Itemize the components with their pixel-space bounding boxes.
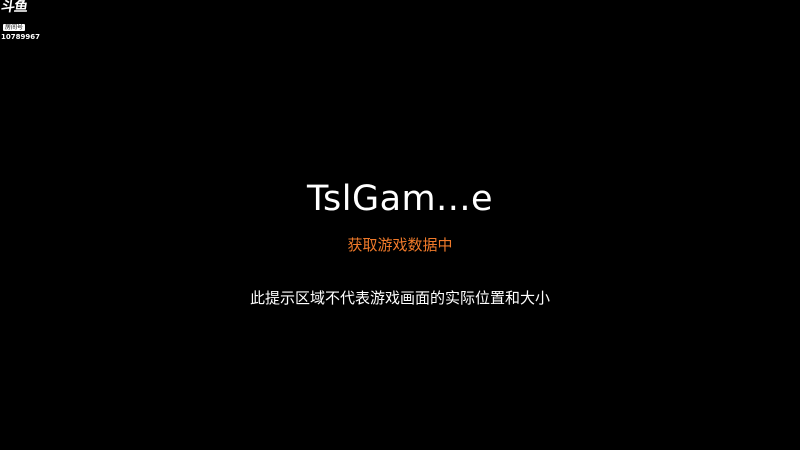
game-capture-screen: 斗鱼 房间号 10789967 TslGam...e 获取游戏数据中 此提示区域…	[0, 0, 800, 450]
loading-status: 获取游戏数据中	[347, 236, 453, 254]
room-number-tag: 房间号	[3, 24, 26, 31]
room-id: 10789967	[1, 33, 40, 41]
game-window-title: TslGam...e	[306, 179, 494, 219]
douyu-watermark-logo: 斗鱼 房间号 10789967	[0, 0, 40, 41]
logo-text: 斗鱼	[0, 0, 29, 15]
capture-area-notice: 此提示区域不代表游戏画面的实际位置和大小	[249, 289, 550, 307]
